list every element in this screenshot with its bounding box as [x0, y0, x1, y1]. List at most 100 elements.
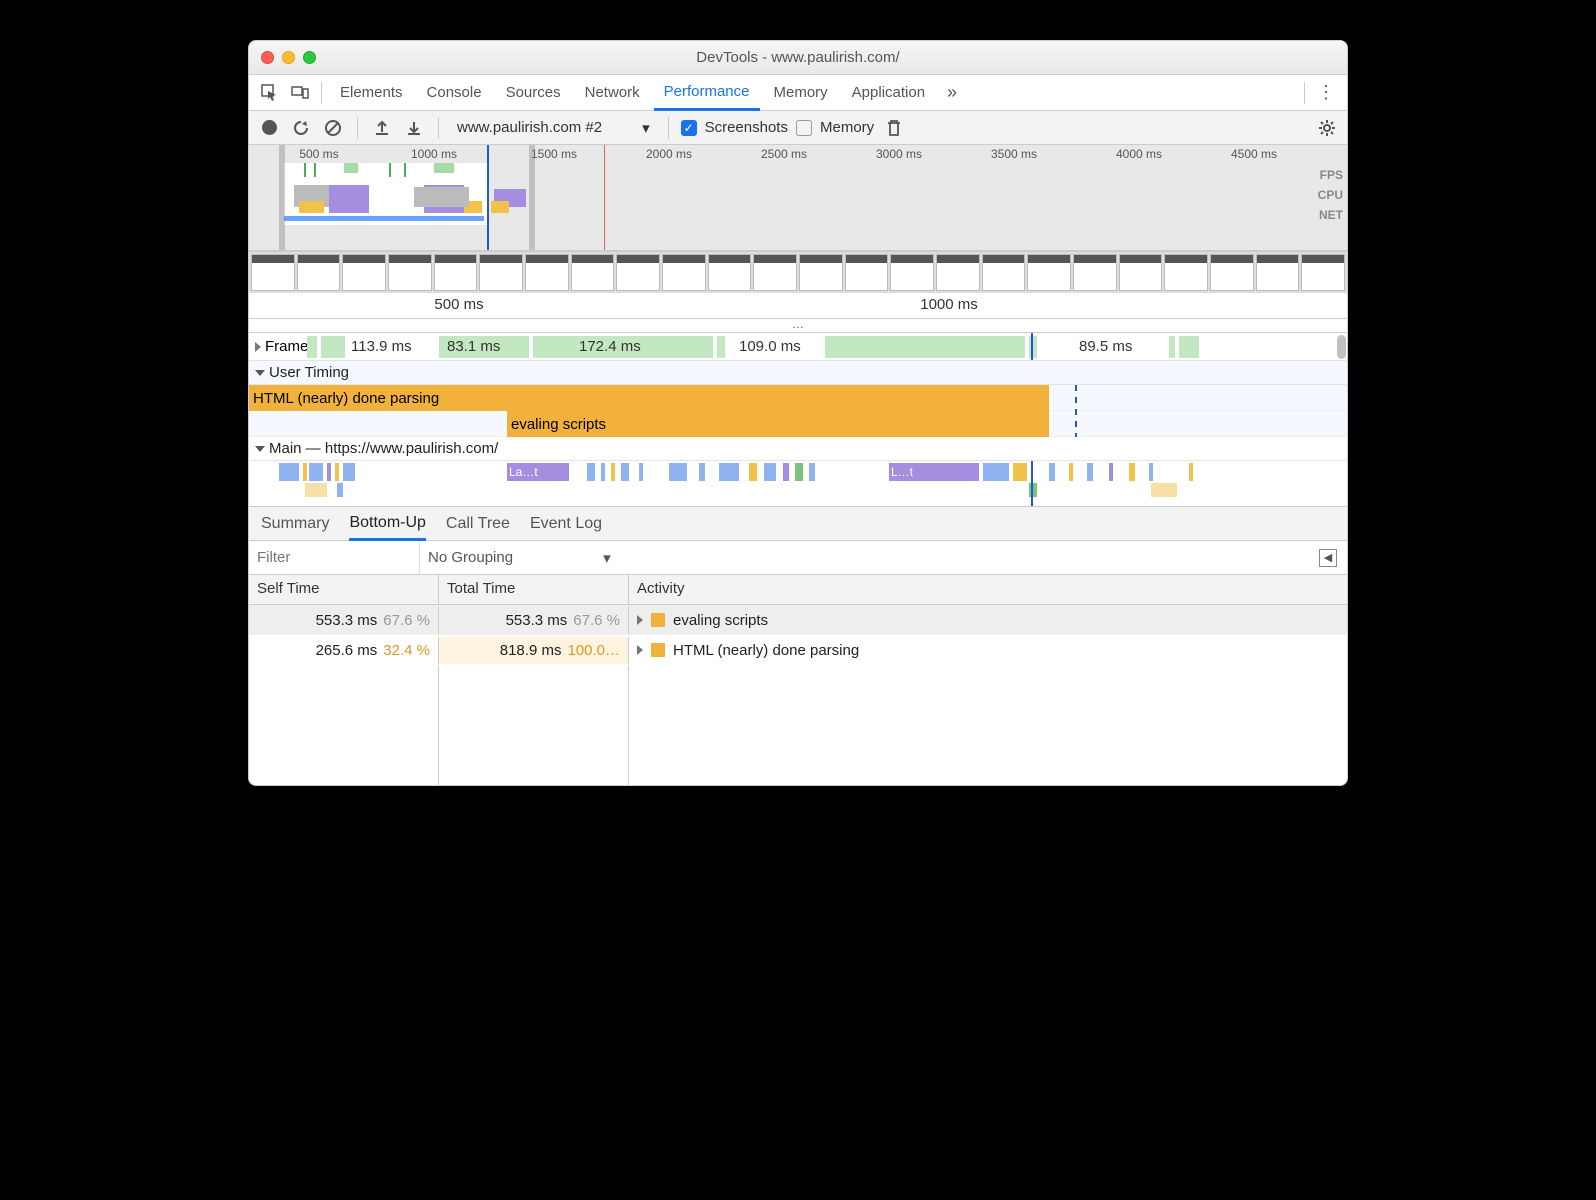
- overview-handle-right[interactable]: [529, 145, 535, 250]
- overview-lane-cpu: CPU: [1318, 185, 1343, 205]
- tab-network[interactable]: Network: [575, 75, 650, 110]
- capture-settings-icon[interactable]: [1315, 116, 1339, 140]
- collapse-icon: [255, 446, 265, 452]
- recording-select[interactable]: www.paulirish.com #2 ▾: [451, 119, 656, 137]
- screenshot-thumb[interactable]: [1256, 254, 1300, 291]
- screenshot-thumb[interactable]: [525, 254, 569, 291]
- kebab-menu-icon[interactable]: ⋮: [1313, 80, 1339, 106]
- self-pct: 32.4 %: [383, 642, 430, 659]
- tab-memory[interactable]: Memory: [764, 75, 838, 110]
- frame-duration: 172.4 ms: [579, 338, 641, 355]
- frames-track[interactable]: Frames 113.9 ms 83.1 ms 172.4 ms 109.0 m…: [249, 333, 1347, 361]
- memory-checkbox[interactable]: [796, 120, 812, 136]
- overview-tick: 1000 ms: [411, 147, 457, 161]
- overview-selected-region[interactable]: [284, 163, 489, 225]
- screenshots-label: Screenshots: [705, 119, 788, 136]
- flame-chart[interactable]: La…t L…t: [249, 461, 1347, 507]
- screenshot-thumb[interactable]: [479, 254, 523, 291]
- detail-ruler[interactable]: 500 ms 1000 ms: [249, 293, 1347, 319]
- overview-tick: 4000 ms: [1116, 147, 1162, 161]
- overview-lane-fps: FPS: [1318, 165, 1343, 185]
- ruler-tick: 500 ms: [434, 296, 483, 313]
- subtab-call-tree[interactable]: Call Tree: [446, 507, 510, 540]
- details-subtabs: Summary Bottom-Up Call Tree Event Log: [249, 507, 1347, 541]
- screenshot-thumb[interactable]: [434, 254, 478, 291]
- col-total-time[interactable]: Total Time: [439, 575, 629, 604]
- screenshot-thumb[interactable]: [342, 254, 386, 291]
- tab-performance[interactable]: Performance: [654, 76, 760, 111]
- separator: [321, 82, 322, 104]
- screenshot-thumb[interactable]: [1073, 254, 1117, 291]
- screenshot-thumb[interactable]: [616, 254, 660, 291]
- chevron-down-icon: ▾: [642, 119, 650, 137]
- screenshot-thumb[interactable]: [571, 254, 615, 291]
- expand-icon[interactable]: [637, 645, 643, 655]
- subtab-event-log[interactable]: Event Log: [530, 507, 602, 540]
- table-row[interactable]: 553.3 ms67.6 % 553.3 ms67.6 % evaling sc…: [249, 605, 1347, 635]
- screenshot-thumb[interactable]: [251, 254, 295, 291]
- grouping-select[interactable]: No Grouping ▾: [419, 541, 619, 574]
- collapsed-track-indicator[interactable]: …: [249, 319, 1347, 333]
- tab-application[interactable]: Application: [842, 75, 935, 110]
- subtab-summary[interactable]: Summary: [261, 507, 329, 540]
- overview-tick: 3000 ms: [876, 147, 922, 161]
- scrollbar-thumb[interactable]: [1337, 335, 1346, 359]
- screenshot-thumb[interactable]: [936, 254, 980, 291]
- frame-duration: 89.5 ms: [1079, 338, 1132, 355]
- overview-handle-left[interactable]: [279, 145, 285, 250]
- collapse-icon: [255, 370, 265, 376]
- user-timing-span[interactable]: evaling scripts: [507, 411, 1049, 437]
- screenshot-thumb[interactable]: [799, 254, 843, 291]
- screenshot-thumb[interactable]: [1301, 254, 1345, 291]
- clear-button[interactable]: [321, 116, 345, 140]
- screenshot-thumb[interactable]: [1119, 254, 1163, 291]
- tab-console[interactable]: Console: [417, 75, 492, 110]
- screenshot-thumb[interactable]: [890, 254, 934, 291]
- show-heaviest-stack-icon[interactable]: ◀: [1319, 549, 1337, 567]
- screenshots-checkbox[interactable]: ✓: [681, 120, 697, 136]
- tab-sources[interactable]: Sources: [496, 75, 571, 110]
- expand-icon[interactable]: [637, 615, 643, 625]
- screenshot-thumb[interactable]: [1210, 254, 1254, 291]
- screenshot-thumb[interactable]: [982, 254, 1026, 291]
- memory-label: Memory: [820, 119, 874, 136]
- user-timing-header[interactable]: User Timing: [249, 361, 1347, 385]
- inspect-icon[interactable]: [257, 80, 283, 106]
- table-row[interactable]: 265.6 ms32.4 % 818.9 ms100.0… HTML (near…: [249, 635, 1347, 665]
- separator: [668, 117, 669, 139]
- subtab-bottom-up[interactable]: Bottom-Up: [349, 508, 425, 541]
- overview-lane-labels: FPS CPU NET: [1318, 165, 1343, 225]
- col-self-time[interactable]: Self Time: [249, 575, 439, 604]
- screenshot-thumb[interactable]: [753, 254, 797, 291]
- screenshot-thumb[interactable]: [1164, 254, 1208, 291]
- screenshot-thumb[interactable]: [1027, 254, 1071, 291]
- more-tabs-icon[interactable]: »: [939, 80, 965, 106]
- filter-input[interactable]: [249, 549, 419, 566]
- flame-slice[interactable]: L…t: [889, 463, 979, 481]
- frame-duration: 113.9 ms: [351, 338, 412, 355]
- reload-record-button[interactable]: [289, 116, 313, 140]
- main-thread-header[interactable]: Main — https://www.paulirish.com/: [249, 437, 1347, 461]
- screenshot-thumb[interactable]: [708, 254, 752, 291]
- user-timing-span[interactable]: HTML (nearly) done parsing: [249, 385, 1049, 411]
- save-profile-icon[interactable]: [402, 116, 426, 140]
- overview-timeline[interactable]: 500 ms 1000 ms 1500 ms 2000 ms 2500 ms 3…: [249, 145, 1347, 251]
- record-button[interactable]: [257, 116, 281, 140]
- screenshot-thumb[interactable]: [845, 254, 889, 291]
- col-activity[interactable]: Activity: [629, 575, 1347, 604]
- flame-slice[interactable]: La…t: [507, 463, 569, 481]
- separator: [438, 117, 439, 139]
- separator: [1304, 82, 1305, 104]
- frame-duration: 109.0 ms: [739, 338, 801, 355]
- device-toggle-icon[interactable]: [287, 80, 313, 106]
- screenshot-thumb[interactable]: [297, 254, 341, 291]
- overview-cursor: [487, 145, 489, 250]
- tab-elements[interactable]: Elements: [330, 75, 413, 110]
- frames-label[interactable]: Frames: [249, 338, 316, 355]
- load-profile-icon[interactable]: [370, 116, 394, 140]
- screenshot-thumb[interactable]: [662, 254, 706, 291]
- garbage-collect-icon[interactable]: [882, 116, 906, 140]
- total-pct: 67.6 %: [573, 612, 620, 629]
- screenshot-filmstrip[interactable]: [249, 251, 1347, 293]
- screenshot-thumb[interactable]: [388, 254, 432, 291]
